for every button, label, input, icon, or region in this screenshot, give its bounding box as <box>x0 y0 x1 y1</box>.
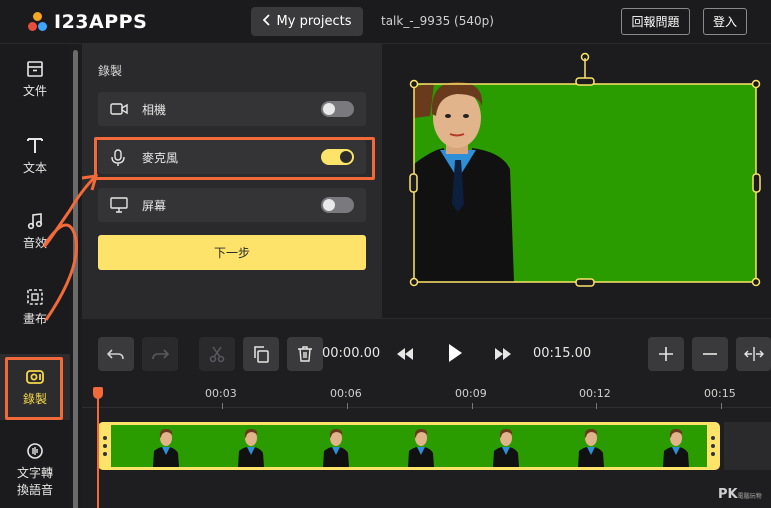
sidebar-item-text-to-speech[interactable]: 文字轉 換語音 <box>0 432 70 508</box>
resize-handle-bottom <box>575 278 595 287</box>
undo-icon <box>107 349 124 360</box>
record-highlight-box <box>5 357 63 420</box>
playhead[interactable] <box>97 391 99 508</box>
resize-handle-right <box>752 173 761 193</box>
clip-thumbnails <box>111 425 707 467</box>
fast-forward-icon <box>495 348 511 360</box>
video-clip[interactable] <box>98 422 720 470</box>
clip-frame <box>408 429 434 467</box>
timeline: 00:00.00 00:15.00 00:03 00:06 00:09 00:1… <box>82 318 771 508</box>
chevron-left-icon <box>262 13 271 30</box>
my-projects-button[interactable]: My projects <box>251 7 363 36</box>
logo-icon <box>28 12 48 32</box>
ruler-label: 00:06 <box>330 387 362 400</box>
resize-handle-bottom-left <box>409 277 419 287</box>
file-icon <box>27 60 43 77</box>
camera-toggle[interactable] <box>321 101 354 117</box>
rewind-icon <box>397 348 413 360</box>
minus-icon <box>703 353 717 355</box>
camera-icon <box>110 103 128 115</box>
play-icon <box>449 344 462 362</box>
fast-forward-button[interactable] <box>492 345 514 363</box>
clip-frame <box>323 429 349 467</box>
resize-handle-top-left <box>409 79 419 89</box>
undo-button[interactable] <box>98 337 134 371</box>
resize-handle-top <box>575 77 595 86</box>
rewind-button[interactable] <box>394 345 416 363</box>
zoom-in-button[interactable] <box>648 337 684 371</box>
logo-text: I23APPS <box>54 11 148 33</box>
resize-handle-left <box>409 173 418 193</box>
next-step-label: 下一步 <box>213 246 250 260</box>
ruler-label: 00:09 <box>455 387 487 400</box>
clip-frame <box>153 429 179 467</box>
report-issue-button[interactable]: 回報問題 <box>621 8 690 35</box>
preview-area <box>382 44 771 318</box>
fit-width-icon <box>743 347 764 361</box>
ruler-baseline <box>82 407 771 408</box>
track-empty-area[interactable] <box>724 422 771 470</box>
clip-frame <box>663 429 689 467</box>
total-time: 00:15.00 <box>533 346 592 361</box>
current-time: 00:00.00 <box>322 346 381 361</box>
delete-button[interactable] <box>287 337 323 371</box>
resize-handle-top-right <box>751 79 761 89</box>
clip-frame <box>578 429 604 467</box>
sidebar-item-label: 文件 <box>22 83 47 98</box>
clip-frame <box>493 429 519 467</box>
record-panel: 錄製 相機 麥克風 屏幕 下一步 <box>82 44 382 318</box>
preview-canvas[interactable] <box>382 44 771 318</box>
app-logo[interactable]: I23APPS <box>28 11 147 33</box>
option-screen[interactable]: 屏幕 <box>98 188 366 222</box>
project-filename: talk_-_9935 (540p) <box>381 14 494 28</box>
plus-icon <box>659 347 673 361</box>
option-label: 相機 <box>142 103 167 117</box>
panel-title: 錄製 <box>98 64 123 78</box>
monitor-icon <box>110 197 128 213</box>
login-button[interactable]: 登入 <box>703 8 747 35</box>
duplicate-button[interactable] <box>243 337 279 371</box>
ruler-label: 00:03 <box>205 387 237 400</box>
ruler-label: 00:12 <box>579 387 611 400</box>
next-step-button[interactable]: 下一步 <box>98 235 366 270</box>
top-bar: I23APPS My projects talk_-_9935 (540p) 回… <box>0 0 771 44</box>
cut-button[interactable] <box>199 337 235 371</box>
watermark-main: PK <box>718 487 738 502</box>
redo-button[interactable] <box>142 337 178 371</box>
resize-handle-bottom-right <box>751 277 761 287</box>
copy-icon <box>254 346 269 363</box>
scissors-icon <box>209 346 225 363</box>
report-issue-label: 回報問題 <box>631 15 680 29</box>
microphone-highlight-box <box>94 137 375 180</box>
option-camera[interactable]: 相機 <box>98 92 366 126</box>
clip-frame <box>238 429 264 467</box>
sidebar-item-label-line2: 換語音 <box>16 483 53 497</box>
trash-icon <box>298 346 312 362</box>
watermark: PK電腦玩物 <box>718 487 762 502</box>
annotation-arrow <box>43 174 99 321</box>
text-to-speech-icon <box>27 443 43 459</box>
screen-toggle[interactable] <box>321 197 354 213</box>
sidebar-item-label-line1: 文字轉 <box>16 466 53 480</box>
text-icon <box>27 137 43 153</box>
sidebar-item-file[interactable]: 文件 <box>0 44 70 114</box>
play-button[interactable] <box>445 341 465 365</box>
option-label: 屏幕 <box>142 199 167 213</box>
redo-icon <box>152 349 169 360</box>
login-label: 登入 <box>712 15 737 29</box>
my-projects-label: My projects <box>276 14 352 29</box>
ruler-label: 00:15 <box>704 387 736 400</box>
zoom-out-button[interactable] <box>692 337 728 371</box>
fit-timeline-button[interactable] <box>736 337 771 371</box>
watermark-sub: 電腦玩物 <box>737 493 762 500</box>
